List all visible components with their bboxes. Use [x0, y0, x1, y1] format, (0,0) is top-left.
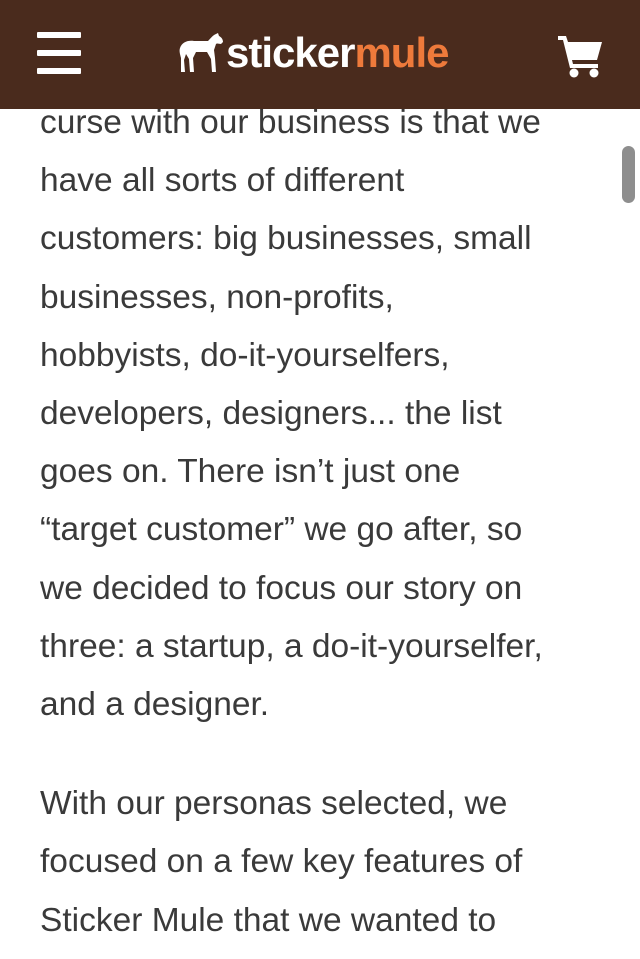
- shopping-cart-icon[interactable]: [556, 34, 604, 78]
- article-body: curse with our business is that we have a…: [40, 94, 610, 950]
- article-text-line: businesses, non-profits,: [40, 278, 394, 316]
- menu-bar-line: [37, 32, 81, 38]
- article-text-line: Sticker Mule that we wanted to: [40, 901, 497, 939]
- article-text-line: With our personas selected, we: [40, 785, 508, 823]
- article-text-line: we decided to focus our story on: [40, 569, 523, 607]
- article-paragraph-2: With our personas selected, we focused on…: [40, 775, 610, 950]
- article-text-line: “target customer” we go after, so: [40, 511, 523, 549]
- article-text-line: three: a startup, a do-it-yourselfer,: [40, 627, 543, 665]
- article-text-line: customers: big businesses, small: [40, 220, 532, 258]
- article-text-line: developers, designers... the list: [40, 395, 502, 433]
- scrollbar-thumb[interactable]: [622, 146, 635, 203]
- article-text-line: and a designer.: [40, 686, 270, 724]
- top-nav-bar: sticker mule: [0, 0, 640, 109]
- article-text-line: goes on. There isn’t just one: [40, 453, 461, 491]
- article-text-line: have all sorts of different: [40, 162, 405, 200]
- menu-bar-line: [37, 68, 81, 74]
- logo-text-mule: mule: [354, 29, 449, 76]
- sticker-mule-logo[interactable]: sticker mule: [178, 28, 449, 78]
- horse-icon: [179, 33, 223, 72]
- hamburger-menu-icon[interactable]: [37, 32, 81, 74]
- article-text-line: focused on a few key features of: [40, 843, 523, 881]
- article-paragraph-1: curse with our business is that we have a…: [40, 94, 610, 734]
- article-text-line: hobbyists, do-it-yourselfers,: [40, 336, 450, 374]
- logo-text-sticker: sticker: [226, 29, 355, 76]
- menu-bar-line: [37, 50, 81, 56]
